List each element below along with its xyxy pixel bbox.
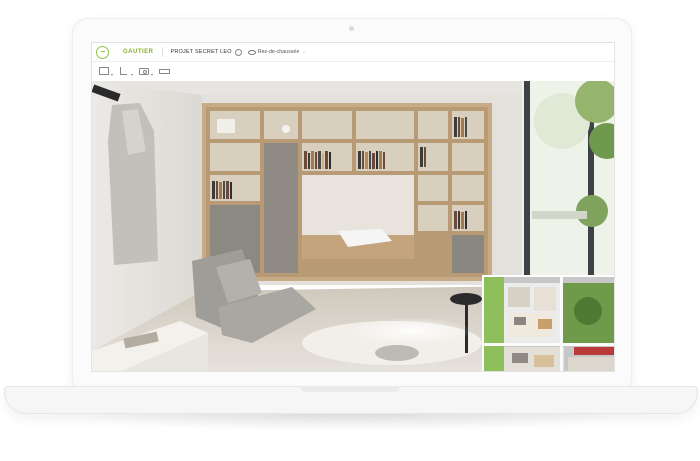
3d-viewport[interactable]: [92, 81, 614, 371]
frame-tool-icon: [99, 67, 109, 75]
camera-tool-icon: [139, 68, 149, 75]
brand-name: GAUTIER: [123, 49, 154, 55]
floor-selector[interactable]: Rez-de-chaussée ⌄: [247, 49, 307, 55]
camera-tool-button[interactable]: ▾: [138, 66, 153, 77]
ruler-tool-icon: [159, 69, 170, 74]
app-header: GAUTIER PROJET SECRET LEO Rez-de-chaussé…: [92, 43, 614, 62]
floorplan-render: [484, 277, 614, 371]
tree-tool-icon: [120, 67, 127, 75]
toolbar: ▾ ▾ ▾: [92, 62, 614, 80]
project-title[interactable]: PROJET SECRET LEO: [171, 49, 232, 55]
tree-tool-button[interactable]: ▾: [118, 66, 133, 77]
eye-icon: [247, 49, 256, 55]
floorplan-minimap[interactable]: [482, 275, 614, 371]
house-logo-icon[interactable]: [96, 45, 109, 59]
frame-tool-button[interactable]: ▾: [98, 66, 113, 77]
header-divider: [161, 47, 163, 57]
app-screen: GAUTIER PROJET SECRET LEO Rez-de-chaussé…: [91, 42, 615, 372]
floor-label: Rez-de-chaussée: [257, 49, 300, 55]
webcam: [349, 26, 354, 31]
ruler-tool-button[interactable]: [158, 66, 172, 76]
chevron-down-icon: ⌄: [302, 49, 307, 54]
info-icon[interactable]: [234, 48, 242, 56]
laptop-notch: [300, 386, 400, 392]
